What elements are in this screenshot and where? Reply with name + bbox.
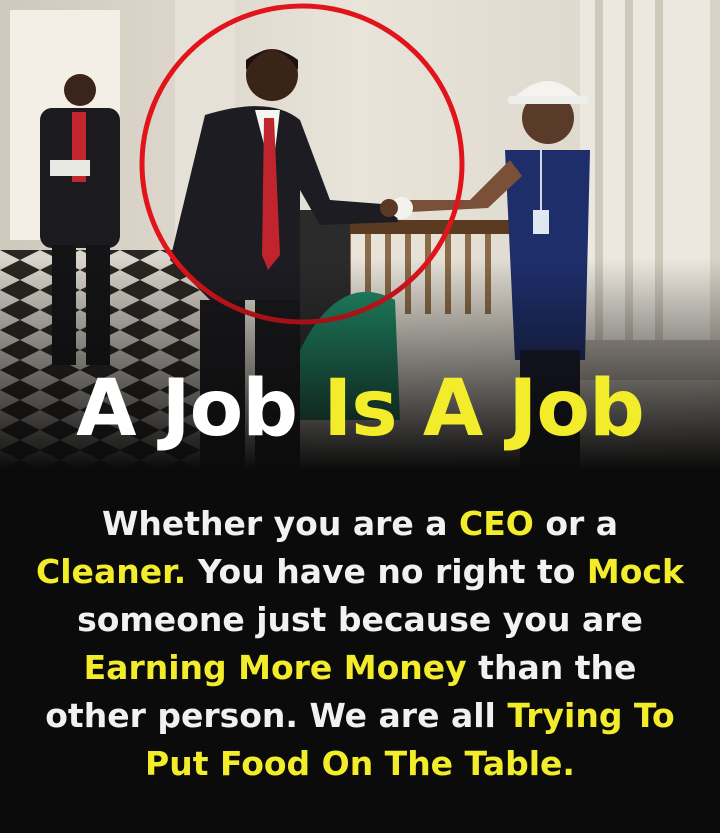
message-line: Cleaner. You have no right to Mock [10,548,710,596]
highlight-fragment: Mock [586,552,684,591]
message-line: someone just because you are [10,596,710,644]
meme-frame: A Job Is A Job Whether you are a CEO or … [0,0,720,833]
highlight-fragment: Put Food On The Table. [145,744,575,783]
headline: A Job Is A Job [0,370,720,448]
text-fragment: Whether you are a [101,504,459,543]
text-fragment: other person. We are all [45,696,508,735]
highlight-fragment: Cleaner. [36,552,187,591]
text-fragment: or a [533,504,619,543]
text-fragment: You have no right to [186,552,587,591]
text-fragment: someone just because you are [77,600,643,639]
headline-white-text: A Job [76,364,324,454]
headline-yellow-text: Is A Job [323,364,645,454]
text-fragment: than the [466,648,637,687]
message-text: Whether you are a CEO or a Cleaner. You … [10,500,710,788]
highlight-fragment: CEO [459,504,534,543]
message-line: Whether you are a CEO or a [10,500,710,548]
message-line: Earning More Money than the [10,644,710,692]
message-line: other person. We are all Trying To [10,692,710,740]
highlight-fragment: Trying To [507,696,675,735]
message-line: Put Food On The Table. [10,740,710,788]
highlight-fragment: Earning More Money [83,648,467,687]
